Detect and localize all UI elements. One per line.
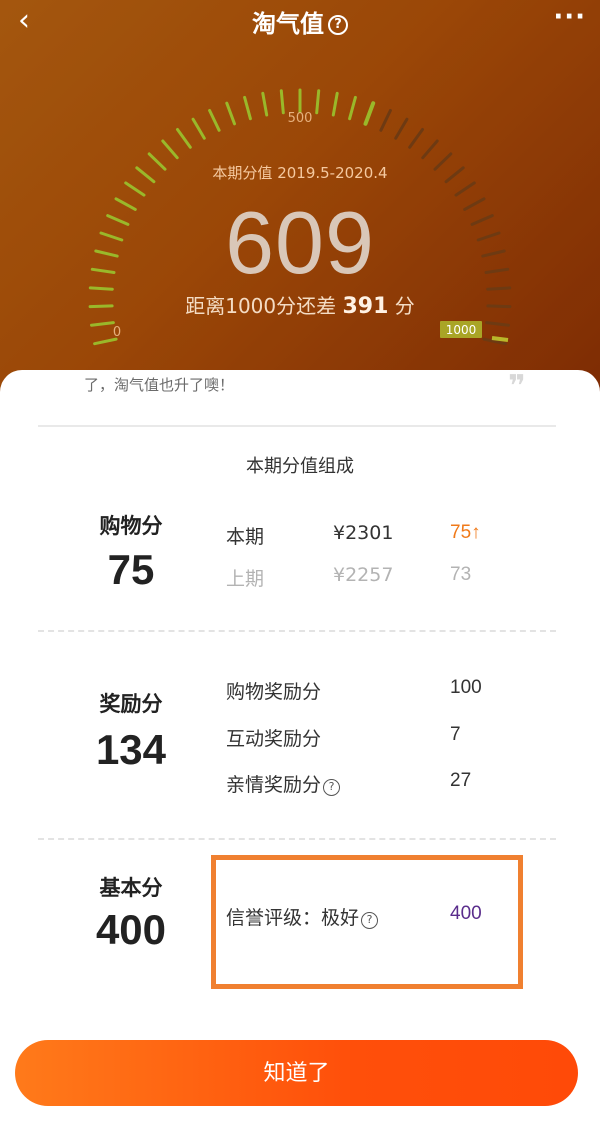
gauge-tick-1000: 1000	[446, 323, 477, 337]
gauge-end-marker	[491, 336, 509, 342]
highlight-box	[211, 855, 523, 989]
question-circle-icon[interactable]: ?	[323, 779, 341, 796]
gauge-tick	[279, 89, 285, 115]
last-period-label: 上期	[226, 568, 265, 590]
period-label: 本期分值 2019.5-2020.4	[212, 164, 388, 182]
base-score-label: 基本分	[99, 876, 163, 900]
gauge-tick	[90, 321, 115, 327]
gauge-tick	[191, 117, 206, 140]
divider	[38, 425, 556, 427]
title-text: 淘气值	[252, 10, 324, 38]
gauge-tick	[176, 128, 192, 149]
gap-value: 391	[342, 294, 389, 319]
top-bar: ‹ 淘气值? ···	[0, 0, 600, 44]
gauge-tick-500: 500	[288, 111, 313, 126]
gauge-tick	[348, 95, 357, 121]
interaction-reward-score: 7	[450, 724, 461, 745]
reward-score-value: 134	[95, 726, 167, 773]
shopping-reward-score: 100	[450, 677, 482, 698]
family-reward-text: 亲情奖励分	[226, 774, 322, 796]
gauge-tick	[485, 321, 510, 327]
reward-score-label: 奖励分	[99, 692, 163, 716]
notice-text: 了，淘气值也升了噢！	[84, 376, 235, 394]
score-gap: 距离1000分还差 391 分	[0, 290, 600, 319]
shopping-score-label: 购物分	[99, 514, 163, 538]
more-button[interactable]: ···	[553, 2, 586, 32]
quote-icon: ❞	[508, 369, 526, 404]
gauge-tick	[379, 109, 392, 132]
section-title: 本期分值组成	[246, 456, 354, 477]
last-period-amount: ¥2257	[333, 564, 394, 586]
current-score: 609	[225, 193, 375, 292]
family-reward-label: 亲情奖励分?	[226, 770, 341, 797]
gauge-tick	[243, 95, 252, 121]
shopping-score-value: 75	[107, 546, 155, 593]
gauge-tick	[225, 101, 236, 126]
current-period-label: 本期	[226, 526, 265, 548]
more-dots-icon: ···	[553, 2, 586, 32]
gauge-tick	[208, 109, 221, 132]
gauge-tick	[363, 101, 376, 126]
current-period-amount: ¥2301	[333, 522, 394, 544]
dashed-divider	[38, 838, 556, 840]
gap-prefix: 距离1000分还差	[185, 294, 337, 318]
gauge-tick	[421, 139, 439, 160]
gauge-tick	[394, 117, 409, 140]
dashed-divider	[38, 630, 556, 632]
question-circle-icon[interactable]: ?	[328, 15, 348, 35]
current-period-score: 75↑	[450, 522, 481, 543]
base-score-value: 400	[95, 906, 167, 953]
interaction-reward-label: 互动奖励分	[226, 728, 322, 750]
gauge-tick	[261, 91, 269, 117]
gauge-tick	[408, 128, 424, 149]
gap-suffix: 分	[394, 294, 415, 318]
gauge-tick	[161, 139, 179, 160]
shopping-reward-label: 购物奖励分	[226, 681, 322, 703]
gauge-tick	[331, 91, 339, 117]
got-it-button[interactable]: 知道了	[15, 1040, 578, 1106]
gauge-tick-0: 0	[113, 325, 121, 340]
page-title: 淘气值?	[0, 4, 600, 39]
last-period-score: 73	[450, 564, 472, 585]
gauge-tick	[315, 89, 321, 115]
family-reward-score: 27	[450, 770, 472, 791]
